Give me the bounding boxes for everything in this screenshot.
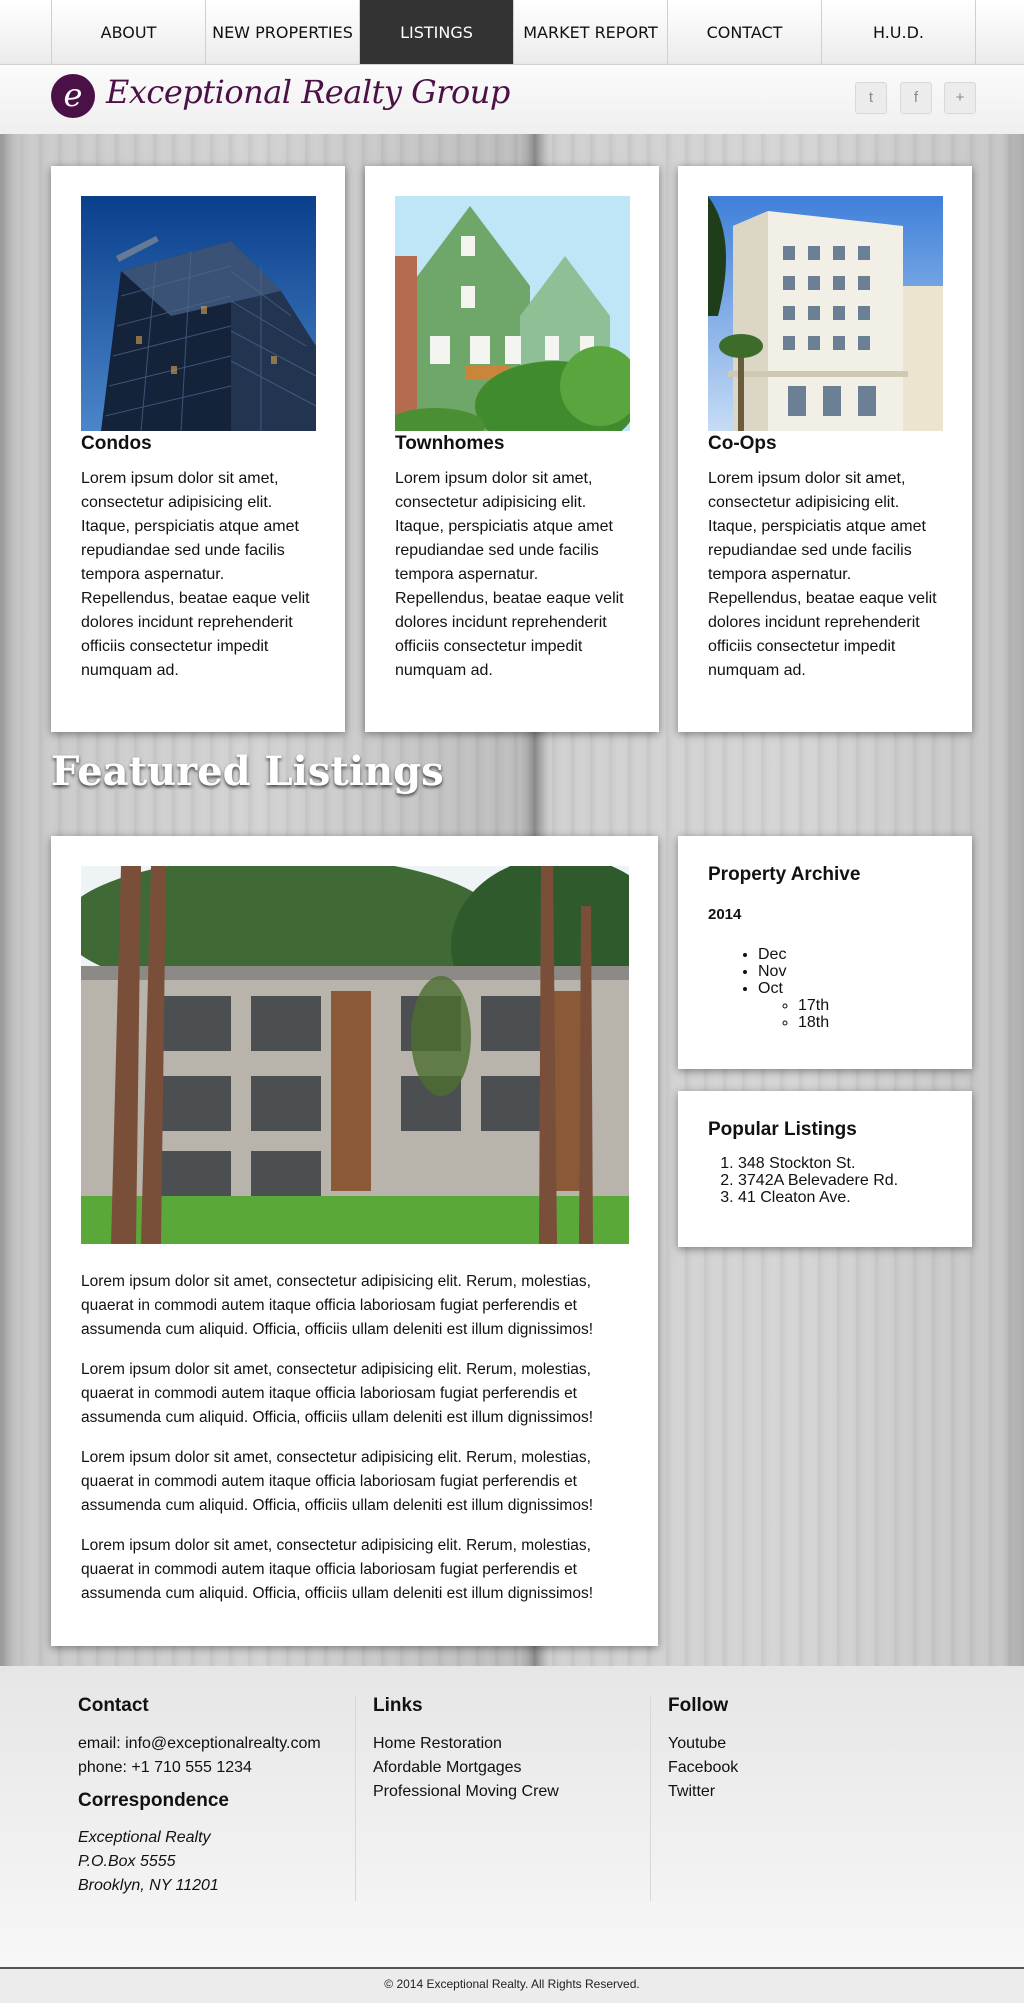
popular-listing-item[interactable]: 3742A Belevadere Rd. bbox=[738, 1172, 898, 1189]
archive-month-oct[interactable]: Oct 17th 18th bbox=[758, 980, 829, 1031]
footer-contact-title: Contact bbox=[78, 1695, 149, 1716]
nav-item-hud[interactable]: H.U.D. bbox=[821, 0, 976, 64]
popular-listing-item[interactable]: 41 Cleaton Ave. bbox=[738, 1189, 898, 1206]
footer-links-title: Links bbox=[373, 1695, 423, 1716]
featured-listing-card: Lorem ipsum dolor sit amet, consectetur … bbox=[51, 836, 658, 1646]
archive-year[interactable]: 2014 bbox=[708, 906, 741, 923]
archive-month-label[interactable]: Oct bbox=[758, 980, 783, 997]
condos-photo[interactable] bbox=[81, 196, 316, 431]
archive-day-17th[interactable]: 17th bbox=[798, 997, 829, 1014]
site-logo-text[interactable]: Exceptional Realty Group bbox=[106, 73, 510, 111]
featured-paragraph: Lorem ipsum dolor sit amet, consectetur … bbox=[81, 1449, 594, 1514]
popular-listings-widget: Popular Listings 348 Stockton St. 3742A … bbox=[678, 1091, 972, 1247]
footer-correspondence-title: Correspondence bbox=[78, 1790, 229, 1811]
footer-divider bbox=[355, 1696, 356, 1901]
copyright-bar: © 2014 Exceptional Realty. All Rights Re… bbox=[0, 1967, 1024, 2003]
featured-paragraph: Lorem ipsum dolor sit amet, consectetur … bbox=[81, 1273, 594, 1338]
address-line: P.O.Box 5555 bbox=[78, 1853, 176, 1870]
google-plus-icon[interactable]: + bbox=[944, 82, 976, 114]
copyright-text: © 2014 Exceptional Realty. All Rights Re… bbox=[384, 1977, 640, 1991]
property-type-card-co-ops: Co-Ops Lorem ipsum dolor sit amet, conse… bbox=[678, 166, 972, 732]
townhomes-photo[interactable] bbox=[395, 196, 630, 431]
brand-bar: e Exceptional Realty Group t f + bbox=[0, 65, 1024, 134]
card-description: Lorem ipsum dolor sit amet, consectetur … bbox=[395, 470, 624, 679]
archive-day-18th[interactable]: 18th bbox=[798, 1014, 829, 1031]
featured-paragraph: Lorem ipsum dolor sit amet, consectetur … bbox=[81, 1361, 594, 1426]
twitter-icon[interactable]: t bbox=[855, 82, 887, 114]
footer: Contact email: info@exceptionalrealty.co… bbox=[0, 1666, 1024, 1967]
featured-listings-heading: Featured Listings bbox=[51, 748, 444, 795]
archive-month-nov[interactable]: Nov bbox=[758, 963, 829, 980]
card-description: Lorem ipsum dolor sit amet, consectetur … bbox=[708, 470, 937, 679]
card-title[interactable]: Co-Ops bbox=[708, 433, 777, 455]
footer-link-twitter[interactable]: Twitter bbox=[668, 1780, 715, 1804]
footer-link-moving-crew[interactable]: Professional Moving Crew bbox=[373, 1780, 559, 1804]
archive-title: Property Archive bbox=[708, 864, 861, 885]
nav-list: ABOUT NEW PROPERTIES LISTINGS MARKET REP… bbox=[51, 0, 976, 64]
card-title[interactable]: Condos bbox=[81, 433, 152, 455]
nav-item-listings[interactable]: LISTINGS bbox=[359, 0, 513, 64]
nav-item-new-properties[interactable]: NEW PROPERTIES bbox=[205, 0, 359, 64]
card-title[interactable]: Townhomes bbox=[395, 433, 504, 455]
main-nav: ABOUT NEW PROPERTIES LISTINGS MARKET REP… bbox=[0, 0, 1024, 65]
facebook-icon[interactable]: f bbox=[900, 82, 932, 114]
featured-listing-photo[interactable] bbox=[81, 866, 629, 1244]
footer-email[interactable]: email: info@exceptionalrealty.com bbox=[78, 1732, 321, 1756]
popular-listings-list: 348 Stockton St. 3742A Belevadere Rd. 41… bbox=[718, 1155, 898, 1206]
property-type-card-condos: Condos Lorem ipsum dolor sit amet, conse… bbox=[51, 166, 345, 732]
popular-title: Popular Listings bbox=[708, 1119, 857, 1140]
address-line: Exceptional Realty bbox=[78, 1829, 211, 1846]
nav-item-about[interactable]: ABOUT bbox=[51, 0, 205, 64]
property-archive-widget: Property Archive 2014 Dec Nov Oct 17th 1… bbox=[678, 836, 972, 1069]
property-type-card-townhomes: Townhomes Lorem ipsum dolor sit amet, co… bbox=[365, 166, 659, 732]
archive-month-dec[interactable]: Dec bbox=[758, 946, 829, 963]
footer-divider bbox=[650, 1696, 651, 1901]
featured-paragraph: Lorem ipsum dolor sit amet, consectetur … bbox=[81, 1537, 594, 1602]
archive-month-list: Dec Nov Oct 17th 18th bbox=[738, 946, 829, 1031]
popular-listing-item[interactable]: 348 Stockton St. bbox=[738, 1155, 898, 1172]
nav-item-contact[interactable]: CONTACT bbox=[667, 0, 821, 64]
footer-link-affordable-mortgages[interactable]: Afordable Mortgages bbox=[373, 1756, 522, 1780]
archive-day-list: 17th 18th bbox=[758, 997, 829, 1031]
footer-follow-title: Follow bbox=[668, 1695, 729, 1716]
logo-icon[interactable]: e bbox=[51, 74, 95, 118]
address-line: Brooklyn, NY 11201 bbox=[78, 1877, 219, 1894]
co-ops-photo[interactable] bbox=[708, 196, 943, 431]
footer-link-youtube[interactable]: Youtube bbox=[668, 1732, 726, 1756]
footer-phone: phone: +1 710 555 1234 bbox=[78, 1759, 252, 1776]
nav-item-market-report[interactable]: MARKET REPORT bbox=[513, 0, 667, 64]
card-description: Lorem ipsum dolor sit amet, consectetur … bbox=[81, 470, 310, 679]
footer-link-home-restoration[interactable]: Home Restoration bbox=[373, 1732, 502, 1756]
footer-link-facebook[interactable]: Facebook bbox=[668, 1756, 738, 1780]
